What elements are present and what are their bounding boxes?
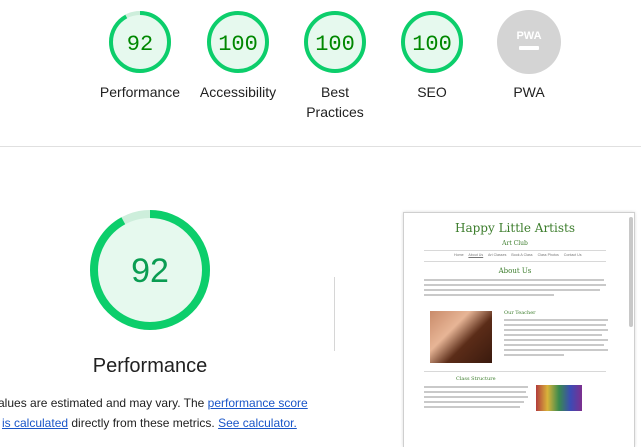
- thumb-text-line: [424, 386, 528, 388]
- thumb-rule: [424, 371, 606, 372]
- category-scores: 92 Performance 100 Accessibility 100 Bes…: [0, 0, 641, 146]
- score-label: Best Practices: [306, 84, 364, 120]
- pwa-badge-icon: PWA: [497, 10, 561, 74]
- thumb-text-line: [504, 319, 608, 321]
- thumb-scrollbar[interactable]: [629, 217, 633, 327]
- thumb-text-line: [504, 354, 564, 356]
- thumb-text-line: [504, 349, 608, 351]
- thumb-text-line: [504, 324, 606, 326]
- thumb-nav-item: Contact Us: [563, 253, 582, 257]
- performance-score-link[interactable]: performance score: [208, 396, 308, 410]
- performance-title: Performance: [92, 355, 208, 377]
- score-label: PWA: [513, 84, 545, 100]
- score-ring: 92: [90, 210, 210, 330]
- gauge-best-practices[interactable]: 100 Best Practices: [285, 10, 385, 122]
- thumb-text-line: [424, 401, 524, 403]
- vertical-divider: [334, 277, 335, 351]
- thumb-heading-about: About Us: [498, 267, 532, 275]
- thumb-site-title: Happy Little Artists: [455, 221, 575, 235]
- gauge-accessibility[interactable]: 100 Accessibility: [188, 10, 288, 102]
- thumb-text-line: [424, 391, 526, 393]
- is-calculated-link[interactable]: is calculated: [2, 416, 68, 430]
- score-label: SEO: [417, 84, 447, 100]
- score-value: 100: [315, 32, 355, 57]
- thumb-nav-item: Class Photos: [537, 253, 559, 257]
- thumb-text-line: [504, 329, 608, 331]
- thumb-text-line: [424, 284, 606, 286]
- note-text: directly from these metrics.: [68, 416, 219, 430]
- thumb-heading-structure: Class Structure: [456, 376, 496, 382]
- note-text: alues are estimated and may vary. The: [0, 396, 208, 410]
- score-ring: 92: [109, 11, 171, 73]
- score-value: 100: [218, 32, 258, 57]
- page-screenshot-thumbnail[interactable]: Happy Little Artists Art Club Home About…: [403, 212, 635, 447]
- section-divider: [0, 146, 641, 147]
- gauge-seo[interactable]: 100 SEO: [382, 10, 482, 102]
- thumb-nav-item: About Us: [468, 253, 484, 257]
- thumb-text-line: [504, 344, 604, 346]
- thumb-text-line: [424, 406, 520, 408]
- thumb-rule: [424, 250, 606, 251]
- metrics-note: alues are estimated and may vary. The pe…: [0, 393, 318, 433]
- thumb-text-line: [424, 279, 604, 281]
- thumb-nav: Home About Us Art Classes Book A Class C…: [454, 253, 584, 257]
- thumb-site-subtitle: Art Club: [502, 240, 528, 247]
- thumb-nav-item: Book A Class: [511, 253, 533, 257]
- score-value: 92: [131, 252, 169, 290]
- score-value: 100: [412, 32, 452, 57]
- thumb-text-line: [424, 396, 528, 398]
- thumb-rule: [424, 261, 606, 262]
- thumb-nav-item: Home: [454, 253, 464, 257]
- score-value: 92: [127, 32, 153, 57]
- score-label: Performance: [99, 84, 181, 100]
- thumb-heading-teacher: Our Teacher: [504, 310, 536, 316]
- thumb-text-line: [504, 339, 608, 341]
- thumb-art-image: [536, 385, 582, 411]
- thumb-nav-item: Art Classes: [488, 253, 507, 257]
- see-calculator-link[interactable]: See calculator.: [218, 416, 297, 430]
- score-label: Accessibility: [199, 84, 277, 100]
- pwa-badge-text: PWA: [516, 30, 541, 42]
- gauge-performance[interactable]: 92 Performance: [90, 10, 190, 102]
- thumb-text-line: [424, 289, 600, 291]
- gauge-pwa[interactable]: PWA PWA: [479, 10, 579, 102]
- thumb-text-line: [504, 334, 602, 336]
- score-ring: 100: [304, 11, 366, 73]
- score-ring: 100: [207, 11, 269, 73]
- thumb-teacher-photo: [430, 311, 492, 363]
- thumb-text-line: [424, 294, 554, 296]
- performance-gauge-large: 92: [88, 208, 212, 337]
- score-ring: 100: [401, 11, 463, 73]
